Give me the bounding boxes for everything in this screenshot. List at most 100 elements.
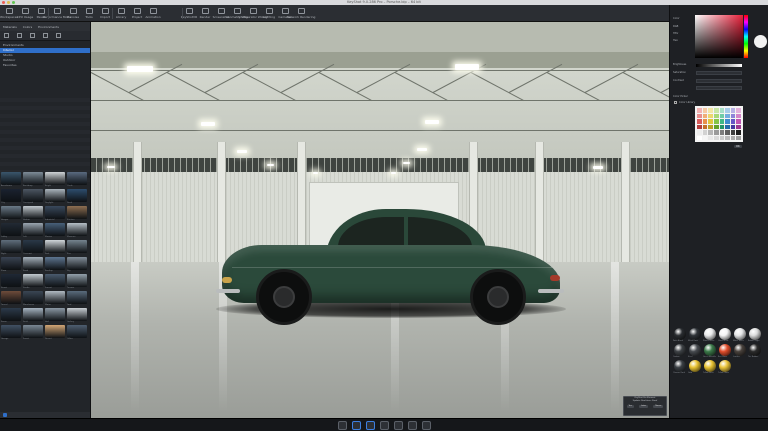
value-field[interactable] <box>696 86 742 90</box>
material-ball[interactable]: Yellow Paint <box>703 360 716 374</box>
environment-thumbnail[interactable]: City <box>1 189 21 204</box>
palette-swatch[interactable] <box>702 124 708 129</box>
palette-swatch[interactable] <box>697 130 702 135</box>
palette-swatch[interactable] <box>708 119 713 124</box>
palette-swatch[interactable] <box>708 135 713 140</box>
material-ball[interactable]: Green Metallic <box>703 344 716 358</box>
environment-thumbnail[interactable]: Office <box>67 325 87 340</box>
palette-swatch[interactable] <box>697 135 702 140</box>
tree-item-favorites[interactable]: Favorites <box>3 63 90 68</box>
tab-materials[interactable]: Materials <box>3 25 17 29</box>
environment-thumbnail[interactable]: Hangar <box>1 206 21 221</box>
palette-swatch[interactable] <box>725 108 730 113</box>
environment-thumbnail[interactable]: Courtyard <box>23 189 43 204</box>
environment-thumbnail[interactable]: Terrace <box>67 274 87 289</box>
material-ball[interactable]: Steel <box>688 344 701 358</box>
grid-view-icon[interactable] <box>3 413 7 417</box>
environment-thumbnail[interactable]: Kitchen <box>67 206 87 221</box>
palette-swatch[interactable] <box>697 113 702 118</box>
palette-swatch[interactable] <box>730 108 736 113</box>
toolbar-render-button[interactable]: Render <box>198 7 212 20</box>
environment-thumbnail[interactable]: Lobby <box>1 223 21 238</box>
palette-swatch[interactable] <box>697 119 702 124</box>
palette-swatch[interactable] <box>725 119 730 124</box>
toolbar-performance-mode-button[interactable]: Performance Mode <box>43 7 71 20</box>
refresh-icon[interactable] <box>56 33 61 38</box>
toolbar-denoise-button[interactable]: Denoise <box>66 7 80 20</box>
palette-swatch[interactable] <box>730 130 736 135</box>
environment-thumbnail[interactable]: Sky <box>67 257 87 272</box>
palette-swatch[interactable] <box>730 113 736 118</box>
palette-swatch[interactable] <box>719 113 725 118</box>
palette-swatch[interactable] <box>713 135 719 140</box>
ribbon-keyshotvr-button[interactable] <box>394 421 403 430</box>
ribbon-animation-button[interactable] <box>380 421 389 430</box>
saturation-field[interactable] <box>696 71 742 75</box>
environment-thumbnail[interactable]: Tunnel <box>1 291 21 306</box>
ribbon-import-button[interactable] <box>338 421 347 430</box>
palette-swatch[interactable] <box>725 135 730 140</box>
environment-thumbnail[interactable]: Bright <box>45 172 65 187</box>
palette-swatch[interactable] <box>730 135 736 140</box>
palette-swatch[interactable] <box>719 135 725 140</box>
brightness-slider[interactable] <box>696 64 742 67</box>
toolbar-workspaces-button[interactable]: Workspaces <box>0 7 18 20</box>
palette-swatch[interactable] <box>713 124 719 129</box>
dialog-later-button[interactable]: Later <box>639 405 649 408</box>
material-ball[interactable]: Carbon <box>673 344 686 358</box>
environment-thumbnail[interactable]: Loft <box>23 223 43 238</box>
palette-swatch[interactable] <box>719 130 725 135</box>
current-color-swatch[interactable] <box>754 35 767 48</box>
folder-icon[interactable] <box>4 33 9 38</box>
palette-swatch[interactable] <box>713 108 719 113</box>
palette-swatch[interactable] <box>702 113 708 118</box>
material-ball[interactable]: Leather <box>733 344 746 358</box>
environment-thumbnail[interactable]: Yard <box>67 291 87 306</box>
palette-swatch[interactable] <box>719 108 725 113</box>
material-ball[interactable]: Matte White <box>733 328 746 342</box>
environment-thumbnail[interactable]: Room <box>1 308 21 323</box>
palette-swatch[interactable] <box>736 119 741 124</box>
ribbon-render-button[interactable] <box>408 421 417 430</box>
palette-swatch[interactable] <box>702 119 708 124</box>
environment-thumbnail[interactable]: Harbor <box>23 206 43 221</box>
environment-thumbnail[interactable]: Sunset <box>45 274 65 289</box>
material-ball[interactable]: Paint Black <box>673 328 686 342</box>
environment-thumbnail[interactable]: Overcast <box>23 240 43 255</box>
palette-swatch[interactable] <box>702 135 708 140</box>
ribbon-library-button[interactable] <box>352 421 361 430</box>
material-ball[interactable]: Gold <box>688 360 701 374</box>
toolbar-project-button[interactable]: Project <box>130 7 144 20</box>
palette-swatch[interactable] <box>736 124 741 129</box>
ribbon-project-button[interactable] <box>366 421 375 430</box>
palette-swatch[interactable] <box>708 113 713 118</box>
material-ball[interactable]: Rubber Light <box>748 328 761 342</box>
palette-swatch[interactable] <box>736 135 741 140</box>
palette-swatch[interactable] <box>725 130 730 135</box>
toolbar-animation-button[interactable]: Animation <box>145 7 161 20</box>
toolbar-import-button[interactable]: Import <box>98 7 112 20</box>
palette-swatch[interactable] <box>708 130 713 135</box>
dialog-never-button[interactable]: Never <box>653 405 664 408</box>
environment-thumbnail[interactable]: Museum <box>67 223 87 238</box>
material-ball[interactable]: Plastic White <box>703 328 716 342</box>
environment-thumbnail[interactable]: Marina <box>45 223 65 238</box>
environment-thumbnail[interactable]: Pier <box>67 240 87 255</box>
environment-thumbnail[interactable]: Plaza <box>1 257 21 272</box>
environment-thumbnail[interactable]: Road <box>23 257 43 272</box>
environment-thumbnail[interactable]: Forest <box>23 325 43 340</box>
car-model[interactable] <box>216 205 566 325</box>
material-ball[interactable]: Red Gloss <box>718 344 731 358</box>
environment-thumbnail[interactable]: Night <box>1 240 21 255</box>
environment-thumbnail[interactable]: Field <box>23 308 43 323</box>
palette-swatch[interactable] <box>736 108 741 113</box>
palette-swatch[interactable] <box>708 108 713 113</box>
toolbar-lighting-button[interactable]: Lighting <box>262 7 276 20</box>
color-ok-button[interactable]: OK <box>734 145 742 148</box>
dialog-yes-button[interactable]: Yes <box>626 405 634 408</box>
palette-swatch[interactable] <box>719 124 725 129</box>
environment-thumbnail[interactable]: Backdrop <box>23 172 43 187</box>
contrast-field[interactable] <box>696 79 742 83</box>
environment-thumbnail[interactable]: Street <box>1 274 21 289</box>
material-ball[interactable]: Chrome Dark <box>673 360 686 374</box>
